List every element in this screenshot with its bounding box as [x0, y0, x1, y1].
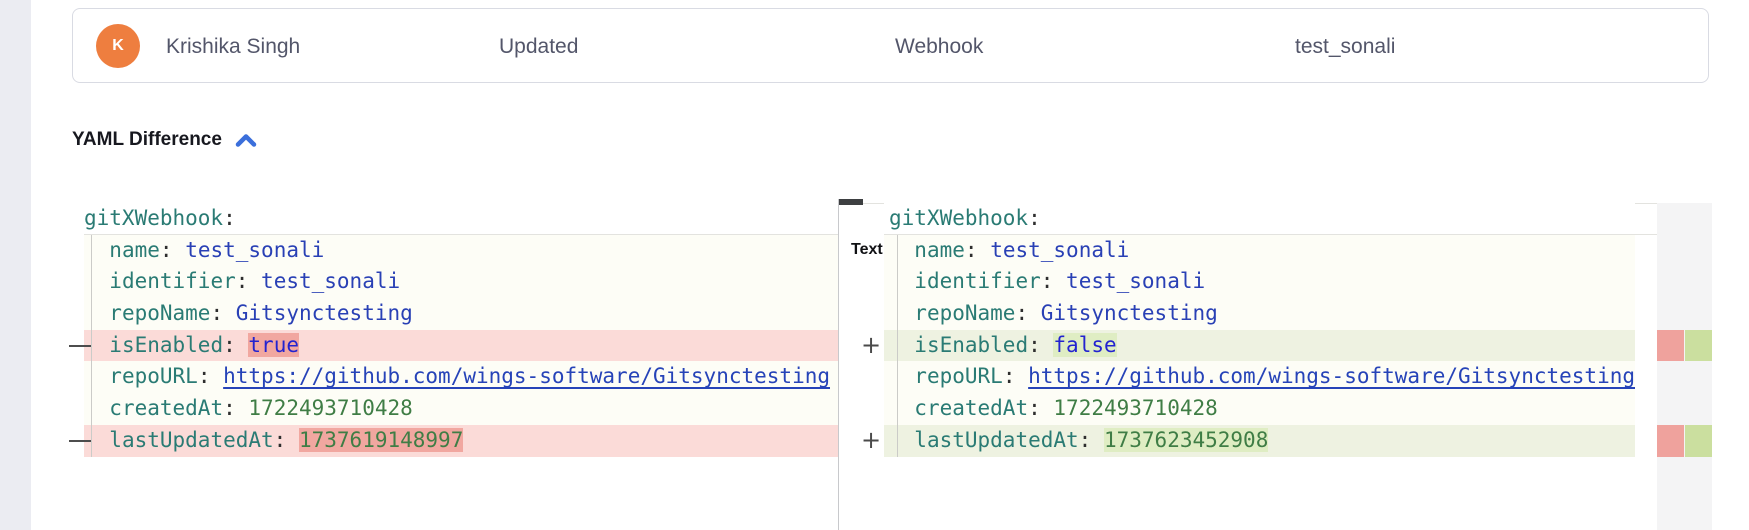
- action-label: Updated: [499, 9, 578, 84]
- removed-line-marker: [69, 440, 91, 442]
- header-border-extension: [1635, 234, 1657, 235]
- added-line-marker: +: [861, 425, 881, 457]
- yaml-value: true: [248, 333, 299, 357]
- yaml-key: name: [109, 238, 160, 262]
- yaml-key: createdAt: [109, 396, 223, 420]
- added-line-marker: +: [861, 330, 881, 362]
- yaml-key: isEnabled: [914, 333, 1028, 357]
- yaml-colon: :: [1003, 364, 1016, 388]
- resource-name-label: test_sonali: [1295, 9, 1395, 84]
- yaml-colon: :: [1041, 269, 1054, 293]
- diff-line-original: createdAt: 1722493710428: [84, 393, 838, 425]
- pane-divider: [838, 199, 839, 530]
- yaml-value: 1722493710428: [1053, 396, 1217, 420]
- ruler-added-block: [1685, 330, 1712, 362]
- diff-line-original: isEnabled: true: [84, 330, 838, 362]
- diff-line-modified: isEnabled: false: [884, 330, 1635, 362]
- avatar: K: [96, 24, 140, 68]
- indent-guide-modified: [897, 235, 898, 457]
- yaml-key: lastUpdatedAt: [914, 428, 1078, 452]
- ruler-removed-block: [1657, 425, 1684, 457]
- diff-line-modified: repoURL: https://github.com/wings-softwa…: [884, 361, 1635, 393]
- yaml-key: repoURL: [109, 364, 198, 388]
- yaml-value: 1737623452908: [1104, 428, 1268, 452]
- diff-pane-original: gitXWebhook: name: test_sonali identifie…: [84, 203, 838, 457]
- yaml-colon: :: [1028, 333, 1041, 357]
- yaml-value: Gitsynctesting: [236, 301, 413, 325]
- yaml-value: test_sonali: [261, 269, 400, 293]
- yaml-colon: :: [223, 396, 236, 420]
- yaml-key: isEnabled: [109, 333, 223, 357]
- yaml-value: test_sonali: [1066, 269, 1205, 293]
- yaml-key: repoURL: [914, 364, 1003, 388]
- diff-line-modified: createdAt: 1722493710428: [884, 393, 1635, 425]
- yaml-colon: :: [198, 364, 211, 388]
- yaml-colon: :: [1079, 428, 1092, 452]
- yaml-value: test_sonali: [990, 238, 1129, 262]
- diff-line-modified: repoName: Gitsynctesting: [884, 298, 1635, 330]
- yaml-colon: :: [160, 238, 173, 262]
- yaml-colon: :: [965, 238, 978, 262]
- yaml-colon: :: [210, 301, 223, 325]
- diff-line-modified: gitXWebhook:: [884, 203, 1635, 235]
- section-title-text: YAML Difference: [72, 129, 222, 151]
- diff-line-original: gitXWebhook:: [84, 203, 838, 235]
- yaml-value: test_sonali: [185, 238, 324, 262]
- yaml-colon: :: [236, 269, 249, 293]
- diff-line-original: identifier: test_sonali: [84, 266, 838, 298]
- user-name: Krishika Singh: [166, 9, 300, 84]
- avatar-initial: K: [112, 37, 124, 55]
- indent-guide-original: [91, 235, 92, 457]
- diff-mode-label: Text: [851, 234, 883, 266]
- ruler-added-block: [1685, 425, 1712, 457]
- yaml-key: lastUpdatedAt: [109, 428, 273, 452]
- yaml-colon: :: [223, 333, 236, 357]
- overview-ruler[interactable]: [1657, 203, 1712, 530]
- diff-line-modified: lastUpdatedAt: 1737623452908: [884, 425, 1635, 457]
- yaml-colon: :: [223, 206, 236, 230]
- diff-line-modified: name: test_sonali: [884, 235, 1635, 267]
- diff-pane-modified: gitXWebhook: name: test_sonali identifie…: [884, 203, 1635, 457]
- yaml-key: name: [914, 238, 965, 262]
- repo-url-link[interactable]: https://github.com/wings-software/Gitsyn…: [223, 364, 830, 388]
- yaml-colon: :: [1028, 396, 1041, 420]
- removed-line-marker: [69, 345, 91, 347]
- yaml-key: repoName: [109, 301, 210, 325]
- yaml-key: identifier: [109, 269, 235, 293]
- yaml-colon: :: [1015, 301, 1028, 325]
- diff-line-original: repoName: Gitsynctesting: [84, 298, 838, 330]
- yaml-key: createdAt: [914, 396, 1028, 420]
- audit-row-card[interactable]: K Krishika Singh Updated Webhook test_so…: [72, 8, 1709, 83]
- chevron-up-icon[interactable]: [234, 132, 258, 149]
- repo-url-link[interactable]: https://github.com/wings-software/Gitsyn…: [1028, 364, 1635, 388]
- yaml-key: repoName: [914, 301, 1015, 325]
- diff-line-original: repoURL: https://github.com/wings-softwa…: [84, 361, 838, 393]
- yaml-value: false: [1053, 333, 1116, 357]
- yaml-colon: :: [1028, 206, 1041, 230]
- yaml-value: 1737619148997: [299, 428, 463, 452]
- diff-line-original: name: test_sonali: [84, 235, 838, 267]
- ruler-removed-block: [1657, 330, 1684, 362]
- yaml-key: gitXWebhook: [889, 206, 1028, 230]
- diff-line-original: lastUpdatedAt: 1737619148997: [84, 425, 838, 457]
- left-gutter-strip: [0, 0, 31, 530]
- splitter-handle[interactable]: [839, 199, 863, 205]
- yaml-key: identifier: [914, 269, 1040, 293]
- resource-type-label: Webhook: [895, 9, 983, 84]
- yaml-key: gitXWebhook: [84, 206, 223, 230]
- yaml-colon: :: [274, 428, 287, 452]
- yaml-value: 1722493710428: [248, 396, 412, 420]
- yaml-value: Gitsynctesting: [1041, 301, 1218, 325]
- diff-line-modified: identifier: test_sonali: [884, 266, 1635, 298]
- yaml-difference-header: YAML Difference: [72, 129, 258, 151]
